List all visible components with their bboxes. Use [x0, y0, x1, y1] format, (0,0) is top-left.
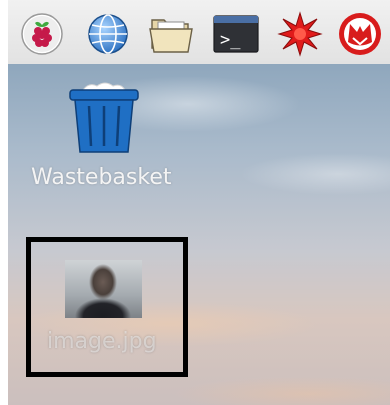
mathematica-button[interactable]	[276, 10, 324, 58]
taskbar: >_	[8, 0, 390, 65]
wolfram-button[interactable]	[336, 10, 384, 58]
trash-icon	[69, 82, 139, 153]
star-burst-icon	[277, 11, 323, 57]
raspberry-icon	[21, 13, 63, 55]
raspberry-menu-button[interactable]	[18, 10, 66, 58]
terminal-prompt: >_	[220, 30, 241, 50]
file-manager-button[interactable]	[148, 10, 196, 58]
folder-icon	[149, 19, 193, 53]
screen: >_ Wastebasket image.jpg	[0, 0, 390, 405]
web-browser-button[interactable]	[84, 10, 132, 58]
desktop-left-margin	[0, 64, 8, 405]
globe-icon	[88, 14, 128, 54]
terminal-icon: >_	[213, 15, 259, 53]
selection-highlight-box	[26, 237, 188, 377]
terminal-button[interactable]: >_	[212, 10, 260, 58]
wolf-icon	[339, 13, 381, 55]
wastebasket-label: Wastebasket	[31, 165, 172, 190]
